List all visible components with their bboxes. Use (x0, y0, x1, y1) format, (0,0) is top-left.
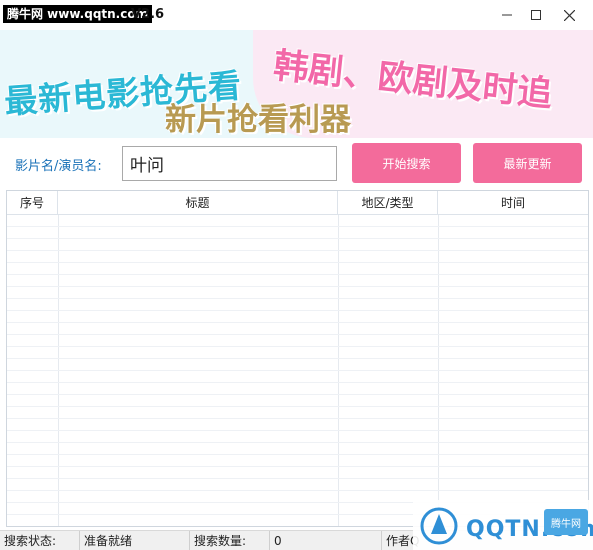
title-bar: 腾牛网 www.qqtn.com V2.6 (0, 0, 593, 30)
search-input[interactable] (122, 146, 337, 181)
table-row[interactable] (7, 371, 588, 383)
table-row[interactable] (7, 383, 588, 395)
table-row[interactable] (7, 311, 588, 323)
corner-logo-badge: 腾牛网 (544, 509, 588, 535)
table-row[interactable] (7, 287, 588, 299)
site-watermark: 腾牛网 www.qqtn.com (3, 5, 153, 23)
table-row[interactable] (7, 347, 588, 359)
column-header-title[interactable]: 标题 (58, 191, 338, 215)
table-row[interactable] (7, 335, 588, 347)
banner-slogan-tool: 新片抢看利器 (165, 102, 351, 138)
column-header-index[interactable]: 序号 (7, 191, 58, 215)
close-icon (563, 9, 575, 21)
table-row[interactable] (7, 443, 588, 455)
column-header-time[interactable]: 时间 (438, 191, 588, 215)
minimize-button[interactable] (493, 0, 521, 30)
status-value: 准备就绪 (80, 530, 190, 550)
table-row[interactable] (7, 455, 588, 467)
promo-banner: 韩剧、欧剧及时追 最新电影抢先看 新片抢看利器 (0, 30, 593, 138)
search-label: 影片名/演员名: (15, 159, 102, 174)
table-row[interactable] (7, 395, 588, 407)
table-row[interactable] (7, 215, 588, 227)
count-label: 搜索数量: (190, 530, 270, 550)
status-label: 搜索状态: (0, 530, 80, 550)
table-row[interactable] (7, 227, 588, 239)
table-row[interactable] (7, 431, 588, 443)
table-row[interactable] (7, 323, 588, 335)
count-value: 0 (270, 530, 382, 550)
table-header: 序号 标题 地区/类型 时间 (7, 191, 588, 215)
table-row[interactable] (7, 239, 588, 251)
table-row[interactable] (7, 419, 588, 431)
table-row[interactable] (7, 299, 588, 311)
column-header-region-type[interactable]: 地区/类型 (338, 191, 438, 215)
table-row[interactable] (7, 251, 588, 263)
minimize-icon (502, 14, 512, 16)
start-search-button[interactable]: 开始搜索 (352, 143, 461, 183)
close-button[interactable] (555, 0, 583, 30)
table-row[interactable] (7, 467, 588, 479)
app-version: V2.6 (131, 7, 165, 22)
maximize-button[interactable] (522, 0, 550, 30)
site-logo-icon (420, 507, 458, 545)
table-row[interactable] (7, 275, 588, 287)
results-table[interactable]: 序号 标题 地区/类型 时间 (6, 190, 589, 527)
table-row[interactable] (7, 479, 588, 491)
latest-update-button[interactable]: 最新更新 (473, 143, 582, 183)
maximize-icon (531, 10, 541, 20)
table-row[interactable] (7, 407, 588, 419)
table-row[interactable] (7, 263, 588, 275)
table-row[interactable] (7, 359, 588, 371)
